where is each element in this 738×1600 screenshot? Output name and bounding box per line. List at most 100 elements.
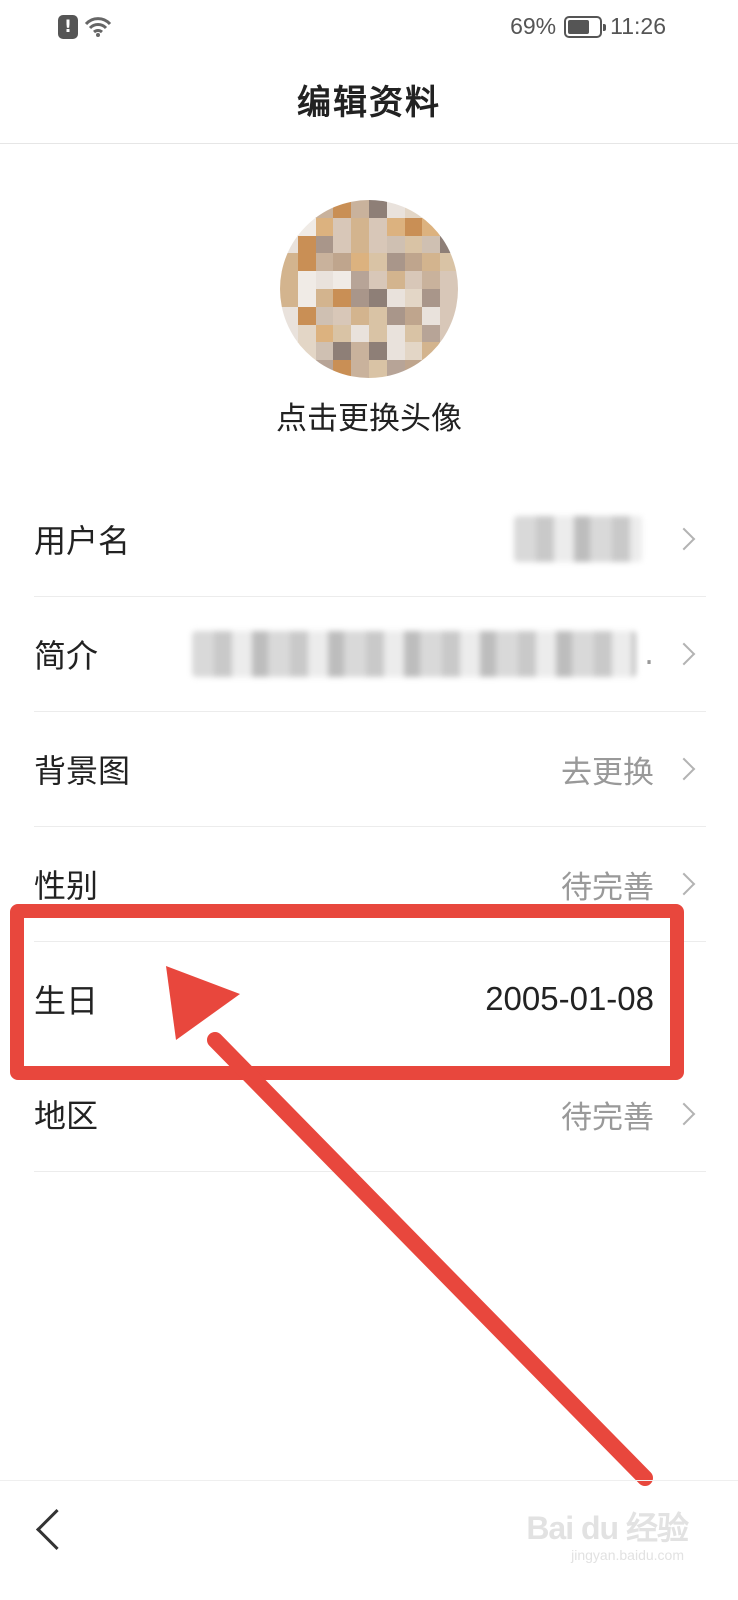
avatar-pixel — [440, 324, 458, 343]
avatar-pixel — [422, 324, 441, 343]
avatar-pixel — [280, 342, 298, 361]
avatar-pixel — [297, 217, 316, 236]
avatar-pixel — [280, 200, 298, 218]
avatar-pixel — [386, 288, 405, 307]
avatar-pixel — [386, 217, 405, 236]
avatar-pixel — [422, 271, 441, 289]
chevron-right-icon — [672, 527, 696, 551]
avatar-pixel — [315, 235, 334, 254]
avatar-pixel — [297, 253, 316, 272]
row-label: 用户名 — [34, 522, 131, 560]
avatar-pixel — [368, 235, 387, 254]
avatar-pixel — [315, 253, 334, 272]
page-title: 编辑资料 — [297, 83, 441, 123]
avatar-pixel — [280, 288, 298, 307]
avatar-pixel — [368, 306, 387, 325]
avatar-pixel — [368, 342, 387, 361]
avatar-pixel — [368, 253, 387, 272]
avatar-pixel — [315, 200, 334, 218]
avatar-pixel — [422, 200, 441, 218]
avatar-pixel — [297, 306, 316, 325]
status-right: 69% 11:26 — [510, 13, 666, 40]
avatar-pixel — [404, 342, 423, 361]
bio-value-blurred — [192, 631, 636, 677]
row-value: 去更换 — [561, 754, 654, 791]
chevron-right-icon — [672, 872, 696, 896]
avatar-pixel — [297, 360, 316, 378]
avatar-pixel — [386, 253, 405, 272]
avatar-pixel — [368, 217, 387, 236]
avatar-pixel — [386, 271, 405, 289]
avatar-pixel — [351, 342, 369, 361]
avatar-pixel — [333, 217, 352, 236]
avatar-pixel — [280, 217, 298, 236]
avatar-pixel — [440, 306, 458, 325]
avatar-pixel — [404, 288, 423, 307]
avatar-pixel — [280, 306, 298, 325]
change-avatar-label[interactable]: 点击更换头像 — [0, 393, 738, 438]
avatar-pixel — [351, 200, 369, 218]
username-value-blurred — [514, 516, 642, 562]
row-username[interactable]: 用户名 — [34, 482, 706, 597]
avatar-pixel — [404, 271, 423, 289]
avatar[interactable] — [280, 200, 458, 378]
avatar-pixel — [404, 253, 423, 272]
row-label: 简介 — [34, 637, 99, 675]
avatar-pixel — [315, 360, 334, 378]
avatar-pixel — [440, 288, 458, 307]
avatar-pixel — [315, 306, 334, 325]
avatar-pixel — [440, 235, 458, 254]
avatar-pixel — [368, 360, 387, 378]
avatar-pixel — [333, 271, 352, 289]
chevron-right-icon — [672, 757, 696, 781]
avatar-pixel — [440, 217, 458, 236]
avatar-pixel — [297, 271, 316, 289]
baidu-watermark-url: jingyan.baidu.com — [571, 1547, 684, 1563]
chevron-right-icon — [672, 1102, 696, 1126]
avatar-pixel — [422, 306, 441, 325]
avatar-pixel — [280, 253, 298, 272]
highlight-box — [10, 904, 684, 1080]
battery-percent: 69% — [510, 13, 557, 39]
avatar-pixel — [422, 360, 441, 378]
avatar-pixel — [422, 235, 441, 254]
avatar-pixel — [297, 342, 316, 361]
avatar-pixel — [422, 288, 441, 307]
avatar-pixel — [280, 360, 298, 378]
alert-icon: ! — [58, 15, 78, 39]
avatar-pixel — [315, 217, 334, 236]
avatar-pixel — [404, 306, 423, 325]
avatar-pixel — [280, 235, 298, 254]
avatar-pixel — [351, 253, 369, 272]
avatar-pixel — [280, 271, 298, 289]
row-value: 待完善 — [561, 869, 654, 906]
avatar-pixel — [315, 288, 334, 307]
row-background[interactable]: 背景图 去更换 — [34, 712, 706, 827]
avatar-pixel — [404, 200, 423, 218]
avatar-pixel — [404, 324, 423, 343]
back-arrow-icon[interactable] — [30, 1505, 74, 1557]
avatar-pixel — [297, 200, 316, 218]
avatar-pixel — [386, 324, 405, 343]
wifi-icon — [84, 17, 112, 37]
avatar-pixel — [333, 324, 352, 343]
avatar-pixel — [368, 324, 387, 343]
avatar-pixel — [297, 288, 316, 307]
title-bar: 编辑资料 — [0, 56, 738, 144]
status-bar: ! 69% 11:26 — [0, 0, 738, 56]
avatar-pixel — [440, 200, 458, 218]
avatar-pixel — [297, 235, 316, 254]
baidu-watermark: Bai du 经验 — [526, 1510, 689, 1546]
row-value: 待完善 — [561, 1099, 654, 1136]
avatar-pixel — [351, 217, 369, 236]
avatar-pixel — [386, 235, 405, 254]
avatar-pixel — [333, 288, 352, 307]
chevron-right-icon — [672, 642, 696, 666]
avatar-pixel — [386, 342, 405, 361]
avatar-pixel — [333, 306, 352, 325]
avatar-pixel — [440, 271, 458, 289]
avatar-pixel — [440, 360, 458, 378]
row-label: 性别 — [34, 867, 99, 905]
row-bio[interactable]: 简介 . — [34, 597, 706, 712]
avatar-pixel — [351, 288, 369, 307]
